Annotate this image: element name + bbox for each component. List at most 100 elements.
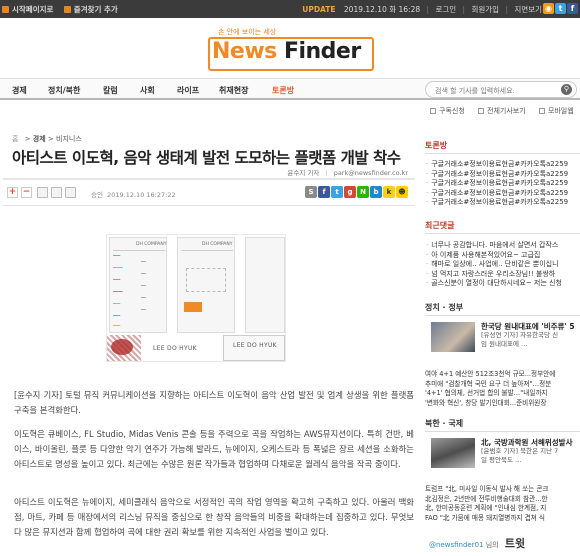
list-item[interactable]: 넘 먹지고 자랑스러운 우리소장님!! 불쌍하: [425, 270, 580, 280]
list-item[interactable]: 추미애 "검찰개혁 국민 요구 더 높아져"…정분: [425, 380, 580, 390]
search-icon[interactable]: ⚲: [561, 84, 572, 95]
site-logo[interactable]: 손 안에 보이는 세상 News Finder: [208, 27, 374, 73]
nav-item-field[interactable]: 취재현장: [219, 85, 248, 96]
all-articles-link[interactable]: 전체기사보기: [478, 107, 526, 115]
facebook-share-icon[interactable]: f: [318, 186, 330, 198]
home-icon: [2, 6, 9, 13]
top-utility-bar: 시작페이지로 즐겨찾기 추가 UPDATE 2019.12.10 화 16:28…: [0, 0, 580, 18]
list-item[interactable]: FAO "北 가뭄에 매몽 돼지열병까지 겹쳐 식: [425, 514, 580, 524]
print-icon[interactable]: [37, 187, 48, 198]
artist-name-label: LEE DO HYUK: [153, 345, 197, 352]
logo-slogan: 손 안에 보이는 세상: [218, 28, 277, 36]
list-item[interactable]: '4+1' 협의체, 선거법 합의 불발…"내일까지: [425, 389, 580, 399]
list-item[interactable]: 아 이제품 사용해본적있어요~ 고급집: [425, 251, 580, 261]
mobile-icon: [538, 108, 545, 114]
nav-item-forum[interactable]: 토론방: [272, 85, 294, 96]
logo-name-part1: News: [212, 39, 277, 64]
politics-feature[interactable]: 한국당 원내대표에 '비주류' 5 [유성연 기자] 자유한국당 신 임 원내대…: [481, 322, 580, 349]
naver-share-icon[interactable]: N: [357, 186, 369, 198]
list-item[interactable]: 구글거래소#정보이용료현금#카카오톡a2259: [425, 198, 580, 208]
nav-item-column[interactable]: 칼럼: [103, 85, 118, 96]
politics-thumbnail[interactable]: [431, 322, 475, 352]
twitter-share-icon[interactable]: t: [331, 186, 343, 198]
list-item[interactable]: 北김정은, 2년만에 전투비행술대회 참관...한: [425, 495, 580, 505]
list-item[interactable]: 구글거래소#정보이용료현금#카카오톡a2259: [425, 160, 580, 170]
main-nav: 경제 정치/북한 칼럼 사회 라이프 취재현장 토론방 검색 할 기사를 입력하…: [0, 78, 580, 100]
article-toolbar: + − 승인 2019.12.10 16:27:22 S f t g N b k…: [5, 186, 417, 202]
sidebar-title-politics[interactable]: 정치 · 정부: [425, 302, 463, 313]
sidebar-title-world[interactable]: 북한 · 국제: [425, 418, 463, 429]
article-paragraph: [윤수지 기자] 토털 뮤직 커뮤니케이션을 지향하는 아티스트 이도혁이 음악…: [14, 390, 414, 415]
email-icon[interactable]: [51, 187, 62, 198]
facebook-icon[interactable]: f: [567, 3, 578, 14]
article-byline: 윤수지 기자 | park@newsfinder.co.kr: [287, 169, 408, 177]
article-image: DH COMPANY ━━━ ━━━━ ━━━ ━━━━ ━━━ ━━━ ━━━…: [106, 234, 286, 362]
start-page-link[interactable]: 시작페이지로: [2, 5, 53, 14]
divider: [3, 178, 415, 180]
twitter-icon[interactable]: t: [555, 3, 566, 14]
list-item[interactable]: 구글거래소#정보이용료현금#카카오톡a2259: [425, 189, 580, 199]
image-panel-middle: DH COMPANY: [177, 237, 235, 333]
band-share-icon[interactable]: b: [370, 186, 382, 198]
list-item[interactable]: 트럼프 "北, 미사일 이동식 발사 해 쏘는 콘크: [425, 485, 580, 495]
list-item[interactable]: 골스신분이 열정이 대단하시네요~ 저는 신청: [425, 279, 580, 289]
twitter-label: 트윗: [504, 537, 526, 550]
mobile-web-link[interactable]: 모바일웹: [538, 107, 574, 115]
twitter-widget-header[interactable]: @newsfinder01 님의 트윗: [429, 535, 525, 551]
epaper-link[interactable]: 지면보기: [514, 5, 542, 14]
published-date: 승인 2019.12.10 16:27:22: [91, 191, 176, 199]
politics-list: 여야 4+1 예산안 512조3천억 규모...정부안에 추미애 "검찰개혁 국…: [425, 370, 580, 408]
logo-name-part2: Finder: [283, 39, 361, 64]
update-time: 2019.12.10 화 16:28: [343, 5, 421, 14]
bookmark-link[interactable]: 즐겨찾기 추가: [63, 5, 118, 14]
nav-item-society[interactable]: 사회: [140, 85, 155, 96]
author-name: 윤수지 기자: [287, 169, 320, 177]
search-placeholder: 검색 할 기사를 입력하세요.: [435, 87, 515, 95]
image-panel-left: DH COMPANY: [109, 237, 167, 333]
list-item[interactable]: 여야 4+1 예산안 512조3천억 규모...정부안에: [425, 370, 580, 380]
world-thumbnail[interactable]: [431, 438, 475, 468]
artist-name-label-alt: LEE DO HYUK: [233, 342, 277, 349]
author-email[interactable]: park@newsfinder.co.kr: [334, 169, 408, 177]
comments-list: 너무나 공감합니다. 마음에서 살면서 갑작스 아 이제품 사용해본적있어요~ …: [425, 241, 580, 289]
nav-item-economy[interactable]: 경제: [12, 85, 27, 96]
search-input[interactable]: 검색 할 기사를 입력하세요. ⚲: [425, 81, 577, 98]
star-icon: [63, 6, 71, 13]
forum-list: 구글거래소#정보이용료현금#카카오톡a2259 구글거래소#정보이용료현금#카카…: [425, 160, 580, 208]
font-increase-icon[interactable]: +: [7, 187, 18, 198]
world-list: 트럼프 "北, 미사일 이동식 발사 해 쏘는 콘크 北김정은, 2년만에 전투…: [425, 485, 580, 523]
update-label: UPDATE: [302, 5, 336, 14]
list-item[interactable]: 너무나 공감합니다. 마음에서 살면서 갑작스: [425, 241, 580, 251]
nav-item-politics[interactable]: 정치/북한: [48, 85, 80, 96]
login-link[interactable]: 로그인: [435, 5, 456, 14]
signup-link[interactable]: 회원가입: [471, 5, 499, 14]
world-feature[interactable]: 北, 국방과학원 서해위성발사 [윤범호 기자] 북한은 지난 7 일 평안북도…: [481, 438, 580, 465]
sidebar-title-comments[interactable]: 최근댓글: [425, 220, 454, 231]
list-item[interactable]: 北, 한미공동훈련 계획에 "인내심 한계점, 지: [425, 504, 580, 514]
twitter-handle[interactable]: @newsfinder01: [429, 541, 484, 549]
sub-utility-links: 구독신청 전체기사보기 모바일웹: [430, 106, 580, 116]
subscribe-link[interactable]: 구독신청: [430, 107, 465, 115]
nav-item-life[interactable]: 라이프: [177, 85, 199, 96]
breadcrumb-home[interactable]: 홈: [12, 135, 18, 143]
kakaostory-share-icon[interactable]: k: [383, 186, 395, 198]
sidebar-title-forum[interactable]: 토론방: [425, 140, 447, 151]
kakaotalk-share-icon[interactable]: ☻: [396, 186, 408, 198]
rss-icon[interactable]: ◉: [543, 3, 554, 14]
article-paragraph: 이도혁은 큐베이스, FL Studio, Midas Venis 콘솔 등을 …: [14, 429, 414, 469]
divider: [3, 205, 415, 206]
article-headline: 아티스트 이도혁, 음악 생태계 발전 도모하는 플랫폼 개발 착수: [12, 149, 401, 167]
font-decrease-icon[interactable]: −: [21, 187, 32, 198]
list-item[interactable]: 구글거래소#정보이용료현금#카카오톡a2259: [425, 179, 580, 189]
share-more-icon[interactable]: S: [305, 186, 317, 198]
image-panel-right: [245, 237, 285, 333]
copy-icon[interactable]: [65, 187, 76, 198]
article-paragraph: 아티스트 이도혁은 뉴에이지, 세미클래식 음악으로 서정적인 곡의 작업 영역…: [14, 497, 414, 537]
breadcrumb-subsection[interactable]: 비지니스: [56, 135, 82, 143]
subscribe-icon: [430, 108, 436, 114]
breadcrumb-section[interactable]: 경제: [33, 135, 46, 143]
list-item[interactable]: '변화와 혁신', 창당 발기인대회...준비위원장: [425, 399, 580, 409]
list-item[interactable]: 해마로 일상에.. 사업에.. 단비같은 뿐이십니: [425, 260, 580, 270]
googleplus-share-icon[interactable]: g: [344, 186, 356, 198]
list-item[interactable]: 구글거래소#정보이용료현금#카카오톡a2259: [425, 170, 580, 180]
